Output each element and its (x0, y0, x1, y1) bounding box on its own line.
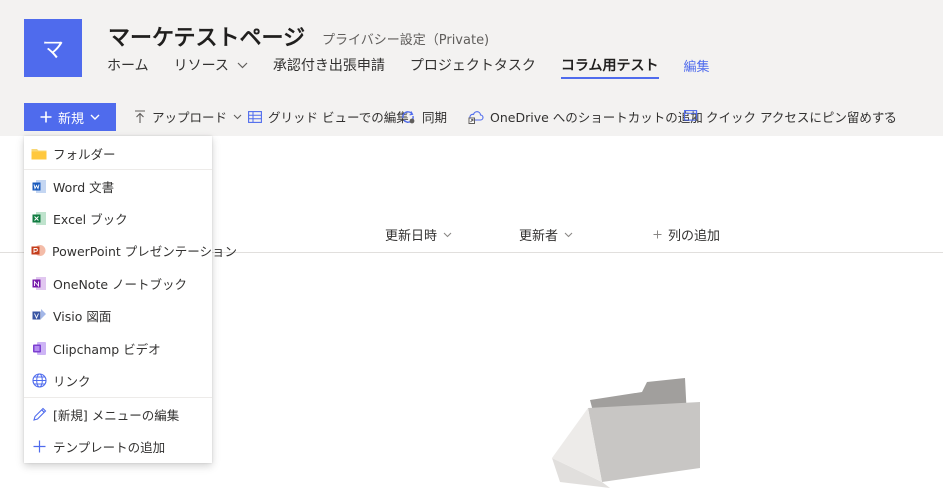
site-navigation: ホーム リソース 承認付き出張申請 プロジェクトタスク コラム用テスト 編集 (107, 54, 735, 79)
plus-icon (40, 111, 52, 123)
column-header-label: 更新日時 (385, 229, 438, 244)
nav-item-label: 編集 (683, 59, 710, 75)
chevron-down-icon (564, 232, 573, 237)
nav-item-label: 承認付き出張申請 (272, 58, 385, 74)
upload-label: アップロード (152, 110, 228, 125)
onedrive-shortcut-button[interactable]: OneDrive へのショートカットの追加 (468, 107, 703, 126)
column-header-modified[interactable]: 更新日時 (385, 225, 452, 244)
site-header: マ マーケテストページ プライバシー設定（Private) ホーム リソース 承… (0, 0, 943, 98)
pencil-icon (31, 406, 47, 422)
add-template-item[interactable]: テンプレートの追加 (24, 430, 212, 462)
new-menu-item-label: Word 文書 (53, 179, 115, 195)
upload-button[interactable]: アップロード (134, 107, 242, 126)
sync-icon (402, 110, 415, 123)
new-menu-item-label: [新規] メニューの編集 (53, 407, 180, 423)
new-menu-item-excel[interactable]: Excel ブック (24, 202, 212, 234)
chevron-down-icon (443, 232, 452, 237)
nav-edit-link[interactable]: 編集 (684, 54, 710, 76)
sync-label: 同期 (422, 110, 448, 125)
add-column-button[interactable]: 列の追加 (653, 225, 720, 244)
nav-item-label: プロジェクトタスク (409, 58, 536, 74)
pin-icon (684, 110, 699, 123)
empty-folder-illustration (552, 378, 700, 488)
visio-icon (31, 307, 47, 323)
excel-icon (31, 210, 47, 226)
plus-icon (31, 438, 47, 454)
new-button-label: 新規 (57, 111, 84, 127)
command-bar: 新規 アップロード グリッド ビューでの編集 同期 OneDrive へのショー… (0, 98, 943, 136)
globe-icon (31, 372, 47, 388)
plus-icon (653, 230, 662, 239)
powerpoint-icon (31, 242, 46, 258)
grid-icon (248, 110, 262, 123)
new-menu-item-label: Excel ブック (53, 211, 128, 227)
upload-icon (135, 109, 145, 123)
new-menu-item-label: Visio 図面 (53, 308, 112, 324)
clipchamp-icon (31, 340, 47, 356)
word-icon (31, 178, 47, 194)
new-menu-item-clipchamp[interactable]: Clipchamp ビデオ (24, 332, 212, 364)
new-menu-item-onenote[interactable]: OneNote ノートブック (24, 267, 212, 299)
new-menu-item-label: テンプレートの追加 (53, 439, 166, 455)
nav-item-resources[interactable]: リソース (174, 54, 248, 76)
pin-quick-access-label: クイック アクセスにピン留めする (706, 110, 897, 125)
new-menu-item-word[interactable]: Word 文書 (24, 170, 212, 202)
site-logo[interactable]: マ (24, 19, 82, 77)
more-commands-button[interactable]: ··· (880, 106, 892, 121)
nav-item-project-tasks[interactable]: プロジェクトタスク (410, 54, 536, 76)
edit-new-menu-item[interactable]: [新規] メニューの編集 (24, 398, 212, 430)
grid-edit-label: グリッド ビューでの編集 (268, 110, 409, 125)
sync-button[interactable]: 同期 (400, 107, 447, 126)
new-button[interactable]: 新規 (24, 103, 116, 131)
new-menu-item-label: PowerPoint プレゼンテーション (52, 243, 238, 259)
folder-icon (31, 145, 47, 161)
site-title[interactable]: マーケテストページ (108, 20, 305, 52)
nav-item-label: コラム用テスト (560, 58, 659, 74)
grid-edit-button[interactable]: グリッド ビューでの編集 (248, 107, 409, 126)
more-icon: ··· (880, 106, 892, 121)
nav-item-travel-approval[interactable]: 承認付き出張申請 (273, 54, 385, 76)
nav-item-label: リソース (173, 58, 229, 74)
column-header-modified-by[interactable]: 更新者 (519, 225, 573, 244)
new-menu-item-label: Clipchamp ビデオ (53, 341, 161, 357)
new-menu-item-link[interactable]: リンク (24, 364, 212, 396)
pin-quick-access-button[interactable]: クイック アクセスにピン留めする (684, 107, 897, 126)
site-logo-letter: マ (41, 38, 64, 63)
new-menu-item-folder[interactable]: フォルダー (24, 137, 212, 169)
new-menu-item-visio[interactable]: Visio 図面 (24, 299, 212, 331)
cloud-shortcut-icon (468, 110, 484, 124)
site-privacy-label: プライバシー設定（Private) (322, 33, 490, 48)
new-menu-item-label: フォルダー (53, 146, 116, 162)
nav-item-label: ホーム (107, 58, 149, 74)
new-menu-item-label: OneNote ノートブック (53, 276, 188, 292)
add-column-label: 列の追加 (668, 229, 721, 244)
onenote-icon (31, 275, 47, 291)
new-menu-dropdown: フォルダー Word 文書 Excel ブック PowerPoint プレゼンテ… (24, 136, 237, 463)
chevron-down-icon (237, 62, 248, 68)
chevron-down-icon (233, 114, 242, 119)
new-menu-item-label: リンク (53, 373, 91, 389)
nav-item-column-test[interactable]: コラム用テスト (560, 54, 659, 79)
nav-item-home[interactable]: ホーム (107, 54, 149, 76)
chevron-down-icon (90, 114, 100, 120)
new-menu-item-powerpoint[interactable]: PowerPoint プレゼンテーション (24, 234, 237, 266)
onedrive-shortcut-label: OneDrive へのショートカットの追加 (490, 110, 703, 125)
column-header-label: 更新者 (519, 229, 559, 244)
